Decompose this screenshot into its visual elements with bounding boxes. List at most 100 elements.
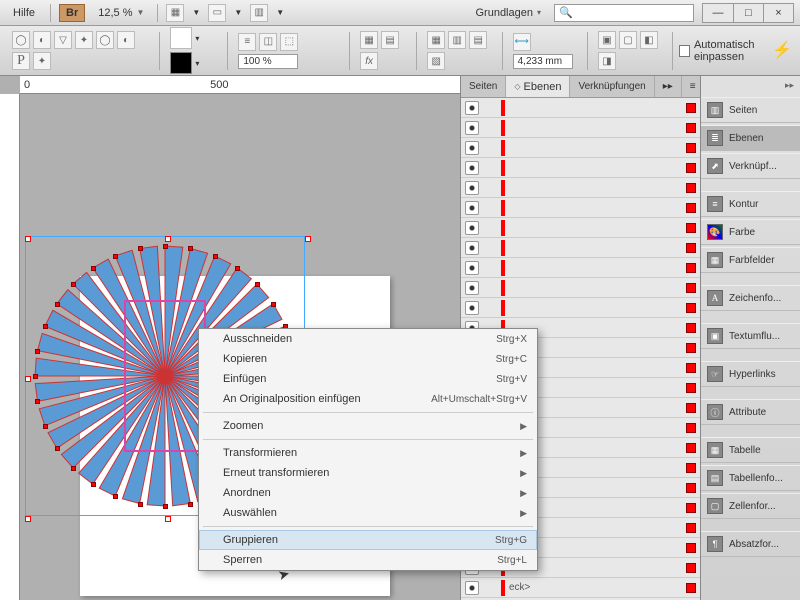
visibility-icon[interactable] xyxy=(465,101,479,115)
selection-handle[interactable] xyxy=(305,236,311,242)
panel-kontur[interactable]: ≡Kontur xyxy=(701,191,800,217)
selection-square[interactable] xyxy=(686,503,696,513)
anchor-point[interactable] xyxy=(138,502,143,507)
visibility-icon[interactable] xyxy=(465,281,479,295)
layer-row[interactable] xyxy=(461,238,700,258)
selection-handle[interactable] xyxy=(25,516,31,522)
visibility-icon[interactable] xyxy=(465,261,479,275)
tool-icon[interactable]: ◧ xyxy=(640,31,658,49)
selection-square[interactable] xyxy=(686,203,696,213)
selection-square[interactable] xyxy=(686,483,696,493)
selection-square[interactable] xyxy=(686,123,696,133)
arrange-docs-icon[interactable]: ▥ xyxy=(250,4,268,22)
tool-icon[interactable]: ◐ xyxy=(33,31,51,49)
panel-verknuepf[interactable]: ⬈Verknüpf... xyxy=(701,153,800,179)
selection-square[interactable] xyxy=(686,223,696,233)
selection-square[interactable] xyxy=(686,383,696,393)
tool-icon[interactable]: ▦ xyxy=(427,31,445,49)
tool-icon[interactable]: ◫ xyxy=(259,33,277,51)
panel-attribute[interactable]: ⓘAttribute xyxy=(701,399,800,425)
tool-icon[interactable]: ▢ xyxy=(619,31,637,49)
menu-select[interactable]: Auswählen▶ xyxy=(199,503,537,523)
panel-tabelle[interactable]: ▦Tabelle xyxy=(701,437,800,463)
anchor-point[interactable] xyxy=(163,244,168,249)
selection-square[interactable] xyxy=(686,443,696,453)
visibility-icon[interactable] xyxy=(465,221,479,235)
tool-icon[interactable]: ≡ xyxy=(238,33,256,51)
panel-ebenen[interactable]: ≣Ebenen xyxy=(701,125,800,151)
panel-zellenformat[interactable]: ▢Zellenfor... xyxy=(701,493,800,519)
menu-arrange[interactable]: Anordnen▶ xyxy=(199,483,537,503)
tab-verknuepfungen[interactable]: Verknüpfungen xyxy=(570,76,654,97)
layer-row[interactable] xyxy=(461,98,700,118)
visibility-icon[interactable] xyxy=(465,201,479,215)
layer-row[interactable] xyxy=(461,118,700,138)
layer-row[interactable] xyxy=(461,198,700,218)
panel-farbe[interactable]: 🎨Farbe xyxy=(701,219,800,245)
help-menu[interactable]: Hilfe xyxy=(6,4,42,22)
minimize-button[interactable]: — xyxy=(703,4,733,22)
visibility-icon[interactable] xyxy=(465,241,479,255)
menu-group[interactable]: GruppierenStrg+G xyxy=(199,530,537,550)
anchor-point[interactable] xyxy=(271,302,276,307)
anchor-point[interactable] xyxy=(91,482,96,487)
measure-icon[interactable]: ⟷ xyxy=(513,33,531,51)
panel-seiten[interactable]: ▥Seiten xyxy=(701,97,800,123)
panel-farbfelder[interactable]: ▦Farbfelder xyxy=(701,247,800,273)
anchor-point[interactable] xyxy=(55,302,60,307)
anchor-point[interactable] xyxy=(43,324,48,329)
panel-absatzformat[interactable]: ¶Absatzfor... xyxy=(701,531,800,557)
tool-icon[interactable]: ◨ xyxy=(598,52,616,70)
panel-zeichen[interactable]: AZeichenfo... xyxy=(701,285,800,311)
anchor-point[interactable] xyxy=(71,282,76,287)
selection-square[interactable] xyxy=(686,343,696,353)
selection-square[interactable] xyxy=(686,163,696,173)
selection-square[interactable] xyxy=(686,543,696,553)
selection-square[interactable] xyxy=(686,523,696,533)
collapse-dock[interactable]: ▸▸ xyxy=(701,80,800,95)
selection-handle[interactable] xyxy=(25,236,31,242)
tool-icon[interactable]: ◯ xyxy=(12,31,30,49)
anchor-point[interactable] xyxy=(138,246,143,251)
visibility-icon[interactable] xyxy=(465,141,479,155)
layer-row[interactable] xyxy=(461,138,700,158)
anchor-point[interactable] xyxy=(113,494,118,499)
panel-tabellenformat[interactable]: ▤Tabellenfo... xyxy=(701,465,800,491)
anchor-point[interactable] xyxy=(113,254,118,259)
anchor-point[interactable] xyxy=(35,399,40,404)
tool-icon[interactable]: ▥ xyxy=(448,31,466,49)
selection-square[interactable] xyxy=(686,283,696,293)
panel-hyperlinks[interactable]: ☞Hyperlinks xyxy=(701,361,800,387)
layer-row[interactable] xyxy=(461,258,700,278)
anchor-point[interactable] xyxy=(188,246,193,251)
layer-row[interactable] xyxy=(461,158,700,178)
anchor-point[interactable] xyxy=(235,266,240,271)
bolt-icon[interactable]: ⚡ xyxy=(772,40,792,60)
selection-square[interactable] xyxy=(686,183,696,193)
panel-collapse[interactable]: ▸▸ xyxy=(655,76,682,97)
menu-transform[interactable]: Transformieren▶ xyxy=(199,443,537,463)
selection-square[interactable] xyxy=(686,563,696,573)
selection-handle[interactable] xyxy=(165,516,171,522)
stroke-swatch[interactable] xyxy=(170,52,192,74)
search-input[interactable]: 🔍 xyxy=(554,4,694,22)
tool-icon[interactable]: ▦ xyxy=(360,31,378,49)
anchor-point[interactable] xyxy=(43,424,48,429)
selection-square[interactable] xyxy=(686,583,696,593)
tool-icon[interactable]: ✦ xyxy=(75,31,93,49)
selection-square[interactable] xyxy=(686,463,696,473)
anchor-point[interactable] xyxy=(188,502,193,507)
menu-zoom[interactable]: Zoomen▶ xyxy=(199,416,537,436)
menu-paste[interactable]: EinfügenStrg+V xyxy=(199,369,537,389)
visibility-icon[interactable] xyxy=(465,121,479,135)
selection-square[interactable] xyxy=(686,323,696,333)
layer-row[interactable] xyxy=(461,178,700,198)
menu-copy[interactable]: KopierenStrg+C xyxy=(199,349,537,369)
bridge-button[interactable]: Br xyxy=(59,4,85,22)
anchor-point[interactable] xyxy=(55,446,60,451)
selection-handle[interactable] xyxy=(25,376,31,382)
tool-icon[interactable]: ▽ xyxy=(54,31,72,49)
anchor-point[interactable] xyxy=(213,254,218,259)
panel-textumfluss[interactable]: ▣Textumflu... xyxy=(701,323,800,349)
tool-icon[interactable]: ◐ xyxy=(117,31,135,49)
